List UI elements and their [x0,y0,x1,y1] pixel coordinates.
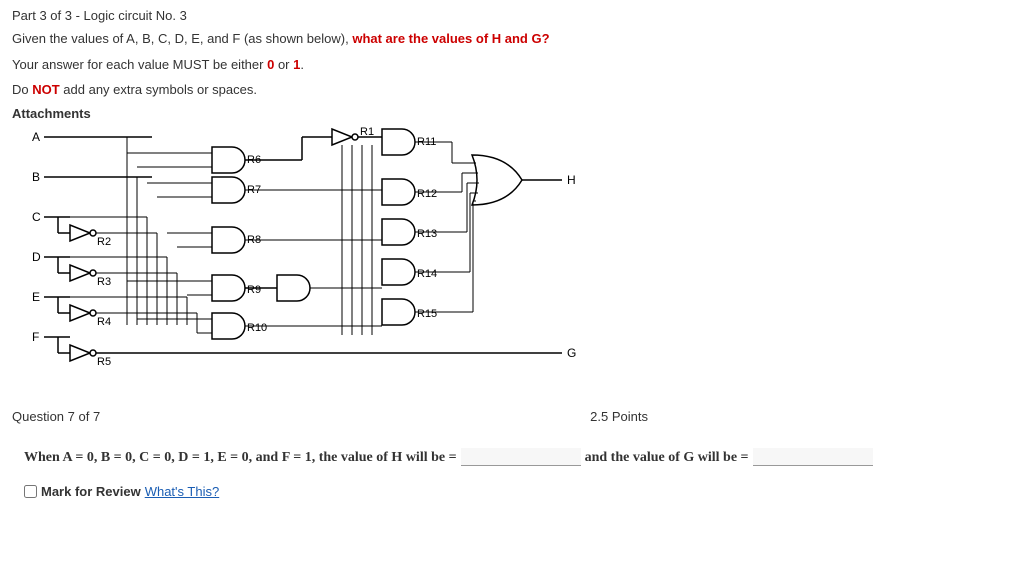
instr1-highlight: what are the values of H and G? [352,31,549,46]
answer-h-input[interactable] [461,448,581,466]
instr1-prefix: Given the values of A, B, C, D, E, and F… [12,31,352,46]
svg-text:R15: R15 [417,308,437,320]
question-prompt: When A = 0, B = 0, C = 0, D = 1, E = 0, … [24,448,1012,466]
mark-review-label: Mark for Review [41,484,141,499]
instruction-line-3: Do NOT add any extra symbols or spaces. [12,80,1012,100]
instr3-prefix: Do [12,82,32,97]
output-g-label: G [567,346,576,360]
gate-r5: R5 [70,345,111,368]
part-title: Part 3 of 3 - Logic circuit No. 3 [12,8,1012,23]
instruction-line-1: Given the values of A, B, C, D, E, and F… [12,29,1012,49]
input-c-label: C [32,210,41,224]
gate-or-h [472,155,522,205]
instr3-suffix: add any extra symbols or spaces. [60,82,257,97]
question-number: Question 7 of 7 [12,409,100,424]
svg-text:R1: R1 [360,126,374,138]
input-f-label: F [32,330,39,344]
gate-r2: R2 [70,225,111,248]
input-a-label: A [32,130,40,144]
input-e-label: E [32,290,40,304]
attachments-label: Attachments [12,106,1012,121]
gate-r1: R1 [332,126,374,145]
svg-text:R9: R9 [247,284,261,296]
instruction-line-2: Your answer for each value MUST be eithe… [12,55,1012,75]
svg-text:R2: R2 [97,236,111,248]
input-b-label: B [32,170,40,184]
instr2-suffix: . [300,57,304,72]
svg-text:R5: R5 [97,356,111,368]
gate-r3: R3 [70,265,111,288]
svg-text:R14: R14 [417,268,437,280]
svg-text:R4: R4 [97,316,111,328]
svg-text:R13: R13 [417,228,437,240]
svg-text:R10: R10 [247,322,267,334]
whats-this-link[interactable]: What's This? [145,484,220,499]
circuit-svg: A B C D E F R2 R3 R4 [22,125,622,405]
question-text-2: and the value of G will be = [585,450,749,466]
input-d-label: D [32,250,41,264]
question-points: 2.5 Points [590,409,648,424]
circuit-diagram: A B C D E F R2 R3 R4 [22,125,622,405]
instr3-not: NOT [32,82,59,97]
question-text-1: When A = 0, B = 0, C = 0, D = 1, E = 0, … [24,450,457,466]
mark-review-checkbox[interactable] [24,485,37,498]
answer-g-input[interactable] [753,448,873,466]
instr2-prefix: Your answer for each value MUST be eithe… [12,57,267,72]
gate-extra-and [277,275,310,301]
instr2-mid: or [274,57,293,72]
gate-r4: R4 [70,305,111,328]
output-h-label: H [567,173,576,187]
svg-text:R12: R12 [417,188,437,200]
svg-text:R3: R3 [97,276,111,288]
